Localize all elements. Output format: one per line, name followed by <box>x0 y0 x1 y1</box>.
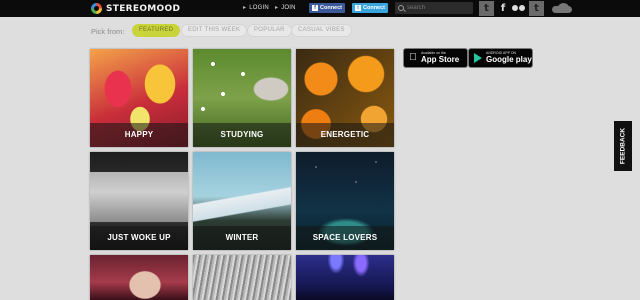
mood-label: STUDYING <box>193 123 291 147</box>
mood-label: ENERGETIC <box>296 123 394 147</box>
gplay-big-label: Google play <box>486 54 532 64</box>
pick-from-label: Pick from: <box>91 27 125 36</box>
filter-edit-this-week[interactable]: EDIT THIS WEEK <box>181 24 248 37</box>
filter-popular[interactable]: POPULAR <box>247 24 292 37</box>
mood-tile-happy[interactable]: HAPPY <box>90 49 188 147</box>
mood-label: HAPPY <box>90 123 188 147</box>
login-link[interactable]: ▸ LOGIN <box>243 4 269 12</box>
search-input[interactable] <box>407 3 473 13</box>
feedback-tab[interactable]: FEEDBACK <box>614 121 632 171</box>
mood-tile-just-woke-up[interactable]: JUST WOKE UP <box>90 152 188 250</box>
apple-icon:  <box>408 52 418 64</box>
logo-icon <box>91 3 102 14</box>
filter-casual-vibes[interactable]: CASUAL VIBES <box>291 24 352 37</box>
filter-featured[interactable]: FEATURED <box>132 24 181 37</box>
mood-tile-energetic[interactable]: ENERGETIC <box>296 49 394 147</box>
facebook-connect-button[interactable]: f Connect <box>309 3 345 13</box>
top-bar: STEREOMOOD ▸ LOGIN ▸ JOIN f Connect t Co… <box>0 0 640 17</box>
google-play-icon <box>474 53 482 63</box>
mood-tile-winter[interactable]: WINTER <box>193 152 291 250</box>
facebook-icon: f <box>312 5 318 11</box>
app-store-badge[interactable]:  Available on the App Store <box>404 49 467 67</box>
google-play-badge[interactable]: ANDROID APP ON Google play <box>469 49 532 67</box>
search-icon <box>398 5 404 11</box>
mood-label: JUST WOKE UP <box>90 226 188 250</box>
chevron-right-icon: ▸ <box>275 5 279 11</box>
logo[interactable]: STEREOMOOD <box>91 1 180 16</box>
join-link[interactable]: ▸ JOIN <box>275 4 296 12</box>
mood-tile[interactable] <box>296 255 394 300</box>
logo-text: STEREOMOOD <box>106 3 181 14</box>
twitter-icon: t <box>355 5 361 11</box>
join-label: JOIN <box>281 4 296 11</box>
facebook-icon[interactable]: f <box>498 1 508 16</box>
search-box <box>395 2 473 14</box>
mood-label: SPACE LOVERS <box>296 226 394 250</box>
mood-tile-space-lovers[interactable]: SPACE LOVERS <box>296 152 394 250</box>
appstore-big-label: App Store <box>421 54 460 64</box>
mood-tile[interactable] <box>90 255 188 300</box>
tumblr-icon[interactable]: t <box>529 1 544 16</box>
soundcloud-icon[interactable] <box>549 2 573 14</box>
flickr-icon[interactable] <box>511 1 526 16</box>
twitter-connect-button[interactable]: t Connect <box>352 3 388 13</box>
login-label: LOGIN <box>249 4 269 11</box>
mood-tile-studying[interactable]: STUDYING <box>193 49 291 147</box>
facebook-connect-label: Connect <box>320 5 342 11</box>
mood-label: WINTER <box>193 226 291 250</box>
twitter-connect-label: Connect <box>363 5 385 11</box>
feedback-label: FEEDBACK <box>619 127 627 165</box>
chevron-right-icon: ▸ <box>243 5 247 11</box>
twitter-icon[interactable]: t <box>479 1 494 16</box>
mood-tile[interactable] <box>193 255 291 300</box>
